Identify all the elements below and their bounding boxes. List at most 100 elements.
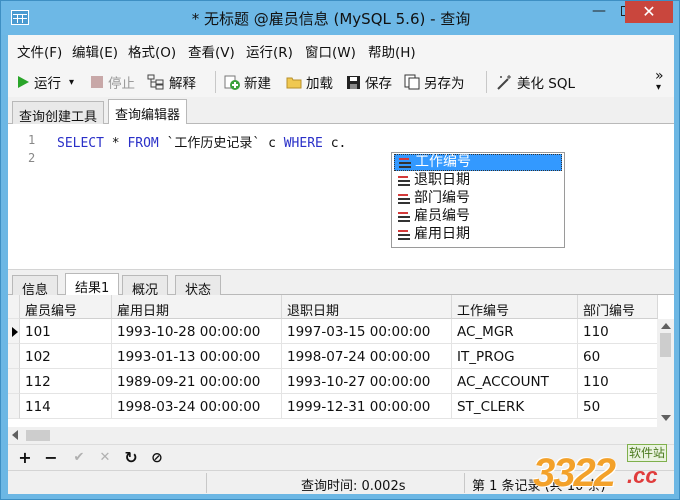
run-dropdown-icon[interactable]: ▾: [69, 77, 74, 88]
tab-info[interactable]: 信息: [12, 275, 59, 298]
minimize-button[interactable]: —: [585, 1, 613, 23]
close-button[interactable]: ✕: [625, 1, 673, 23]
autocomplete-item[interactable]: 雇员编号: [394, 208, 562, 225]
query-time: 查询时间: 0.002s: [301, 479, 406, 494]
apply-changes-button[interactable]: ✔: [70, 449, 88, 467]
explain-icon: [147, 74, 164, 90]
tab-status[interactable]: 状态: [175, 275, 222, 298]
sql-code[interactable]: SELECT * FROM `工作历史记录` c WHERE c.: [57, 132, 346, 151]
save-button[interactable]: 保存: [346, 72, 392, 92]
autocomplete-item[interactable]: 部门编号: [394, 190, 562, 207]
site-watermark-logo: 软件站 3322 .cc: [531, 444, 671, 495]
column-header[interactable]: 雇员编号: [20, 295, 112, 319]
menu-view[interactable]: 查看(V): [188, 41, 235, 61]
vertical-scrollbar[interactable]: [657, 319, 674, 427]
run-button[interactable]: 运行 ▾: [16, 72, 74, 92]
save-as-icon: [404, 74, 420, 90]
menu-window[interactable]: 窗口(W): [305, 41, 356, 61]
menu-run[interactable]: 运行(R): [246, 41, 293, 61]
watermark-tag: 软件站: [627, 444, 667, 462]
table-cell[interactable]: 110: [578, 319, 658, 344]
new-query-icon: [224, 75, 240, 90]
beautify-label: 美化 SQL: [517, 76, 576, 92]
sql-editor[interactable]: 1 2 SELECT * FROM `工作历史记录` c WHERE c. 工作…: [8, 124, 674, 269]
explain-label: 解释: [169, 76, 196, 92]
folder-icon: [286, 77, 302, 89]
sql-text: *: [103, 136, 128, 151]
row-indicator[interactable]: [8, 344, 20, 369]
load-button[interactable]: 加载: [286, 72, 333, 92]
result-tab-bar: 信息 结果1 概况 状态: [8, 269, 674, 298]
scroll-up-icon[interactable]: [661, 323, 671, 329]
table-cell[interactable]: 101: [20, 319, 112, 344]
save-as-button[interactable]: 另存为: [404, 72, 465, 92]
tab-result1[interactable]: 结果1: [65, 273, 120, 297]
field-icon: [398, 175, 412, 186]
tab-query-builder[interactable]: 查询创建工具: [12, 101, 105, 125]
table-cell[interactable]: AC_MGR: [452, 319, 578, 344]
table-cell[interactable]: 114: [20, 394, 112, 419]
sql-keyword-where: WHERE: [283, 136, 323, 151]
table-cell[interactable]: 1998-03-24 00:00:00: [112, 394, 282, 419]
menu-file[interactable]: 文件(F): [17, 41, 62, 61]
horizontal-scrollbar[interactable]: [8, 427, 674, 444]
table-cell[interactable]: 110: [578, 369, 658, 394]
table-cell[interactable]: ST_CLERK: [452, 394, 578, 419]
column-header[interactable]: 雇用日期: [112, 295, 282, 319]
line-number: 2: [28, 151, 36, 165]
beautify-sql-button[interactable]: 美化 SQL: [495, 72, 575, 92]
scroll-down-icon[interactable]: [661, 415, 671, 421]
column-header[interactable]: 退职日期: [282, 295, 452, 319]
table-cell[interactable]: 1997-03-15 00:00:00: [282, 319, 452, 344]
stop-refresh-button[interactable]: ⊘: [148, 449, 166, 467]
table-cell[interactable]: 50: [578, 394, 658, 419]
result-grid: 雇员编号 雇用日期 退职日期 工作编号 部门编号 101 1993-10-28 …: [8, 295, 674, 427]
row-indicator[interactable]: [8, 319, 20, 344]
table-cell[interactable]: 1993-10-28 00:00:00: [112, 319, 282, 344]
table-cell[interactable]: 1993-01-13 00:00:00: [112, 344, 282, 369]
menu-edit[interactable]: 编辑(E): [72, 41, 118, 61]
autocomplete-item[interactable]: 雇用日期: [394, 226, 562, 243]
table-cell[interactable]: 1989-09-21 00:00:00: [112, 369, 282, 394]
scroll-thumb[interactable]: [26, 430, 50, 441]
tab-query-editor[interactable]: 查询编辑器: [108, 99, 188, 125]
autocomplete-item[interactable]: 工作编号: [394, 154, 562, 171]
table-cell[interactable]: 1998-07-24 00:00:00: [282, 344, 452, 369]
autocomplete-label: 工作编号: [415, 154, 471, 170]
discard-changes-button[interactable]: ✕: [96, 449, 114, 467]
save-icon: [347, 75, 360, 89]
menu-help[interactable]: 帮助(H): [368, 41, 416, 61]
autocomplete-popup: 工作编号 退职日期 部门编号 雇员编号 雇用日期: [391, 152, 565, 248]
toolbar-dropdown-icon[interactable]: ▾: [656, 82, 661, 93]
table-cell[interactable]: 112: [20, 369, 112, 394]
stop-button[interactable]: 停止: [90, 72, 135, 92]
table-cell[interactable]: AC_ACCOUNT: [452, 369, 578, 394]
table-cell[interactable]: 1993-10-27 00:00:00: [282, 369, 452, 394]
table-cell[interactable]: IT_PROG: [452, 344, 578, 369]
add-record-button[interactable]: +: [16, 449, 34, 467]
column-header[interactable]: 工作编号: [452, 295, 578, 319]
autocomplete-label: 部门编号: [414, 190, 470, 206]
run-label: 运行: [34, 76, 61, 92]
refresh-button[interactable]: ↻: [122, 449, 140, 467]
title-bar[interactable]: * 无标题 @雇员信息 (MySQL 5.6) - 查询 — ✕: [1, 1, 679, 35]
table-cell[interactable]: 1999-12-31 00:00:00: [282, 394, 452, 419]
explain-button[interactable]: 解释: [147, 72, 196, 92]
menu-format[interactable]: 格式(O): [128, 41, 176, 61]
new-label: 新建: [244, 76, 271, 92]
row-indicator[interactable]: [8, 394, 20, 419]
sql-table-name: `工作历史记录` c: [158, 136, 284, 151]
table-cell[interactable]: 102: [20, 344, 112, 369]
field-icon: [399, 157, 413, 168]
scroll-thumb[interactable]: [660, 333, 671, 357]
delete-record-button[interactable]: −: [42, 449, 60, 467]
tab-profile[interactable]: 概况: [122, 275, 169, 298]
stop-icon: [91, 76, 103, 88]
scroll-left-icon[interactable]: [12, 430, 18, 440]
autocomplete-label: 退职日期: [414, 172, 470, 188]
table-cell[interactable]: 60: [578, 344, 658, 369]
new-button[interactable]: 新建: [224, 72, 271, 92]
autocomplete-item[interactable]: 退职日期: [394, 172, 562, 189]
column-header[interactable]: 部门编号: [578, 295, 658, 319]
row-indicator[interactable]: [8, 369, 20, 394]
